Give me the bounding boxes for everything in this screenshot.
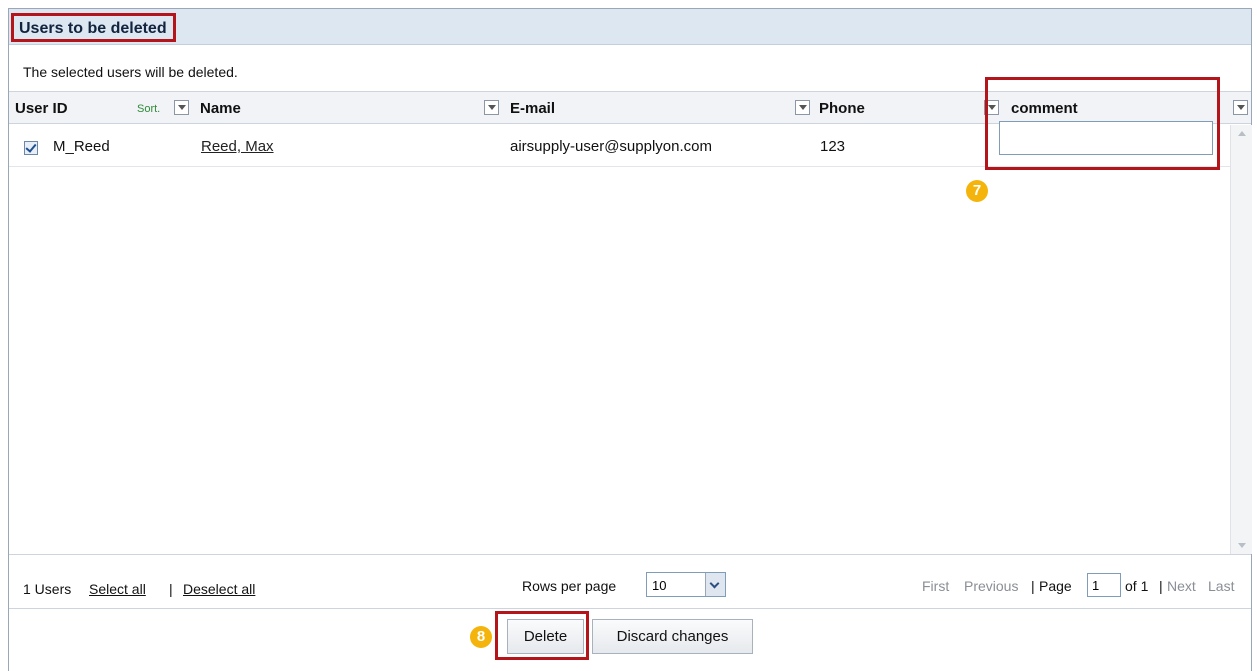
rows-per-page-value: 10 bbox=[652, 578, 667, 593]
panel-title: Users to be deleted bbox=[11, 13, 176, 42]
row-select-checkbox[interactable] bbox=[24, 141, 38, 155]
delete-button[interactable]: Delete bbox=[507, 619, 584, 654]
grid-footer: 1 Users Select all | Deselect all Rows p… bbox=[9, 554, 1251, 609]
cell-email: airsupply-user@supplyon.com bbox=[510, 138, 712, 155]
next-page-link[interactable]: Next bbox=[1167, 578, 1196, 594]
sort-label[interactable]: Sort. bbox=[137, 103, 160, 115]
callout-marker-8: 8 bbox=[470, 626, 492, 648]
discard-changes-button[interactable]: Discard changes bbox=[592, 619, 753, 654]
user-id-filter-dropdown-icon[interactable] bbox=[174, 100, 189, 115]
panel-description: The selected users will be deleted. bbox=[23, 64, 238, 80]
page-of-total: of 1 bbox=[1125, 578, 1149, 594]
scroll-up-icon[interactable] bbox=[1238, 131, 1246, 136]
select-all-link[interactable]: Select all bbox=[89, 581, 146, 597]
first-page-link[interactable]: First bbox=[922, 578, 949, 594]
col-header-name[interactable]: Name bbox=[200, 100, 241, 117]
col-header-email[interactable]: E-mail bbox=[510, 100, 555, 117]
pager-separator-2: | bbox=[1159, 578, 1163, 594]
last-page-link[interactable]: Last bbox=[1208, 578, 1234, 594]
comment-input[interactable] bbox=[999, 121, 1213, 155]
vertical-scrollbar[interactable] bbox=[1230, 125, 1252, 554]
deselect-all-link[interactable]: Deselect all bbox=[183, 581, 255, 597]
comment-filter-dropdown-icon[interactable] bbox=[1233, 100, 1248, 115]
pager-separator: | bbox=[1031, 578, 1035, 594]
cell-phone: 123 bbox=[820, 138, 846, 155]
col-header-user-id[interactable]: User ID bbox=[15, 100, 68, 117]
callout-marker-7: 7 bbox=[966, 180, 988, 202]
page-label: Page bbox=[1039, 578, 1072, 594]
chevron-down-icon[interactable] bbox=[705, 573, 725, 596]
cell-user-id: M_Reed bbox=[53, 138, 110, 155]
rows-per-page-label: Rows per page bbox=[522, 578, 617, 594]
panel-header: Users to be deleted bbox=[9, 9, 1251, 45]
scroll-down-icon[interactable] bbox=[1238, 543, 1246, 548]
col-header-phone[interactable]: Phone bbox=[819, 100, 865, 117]
footer-separator: | bbox=[169, 581, 173, 597]
email-filter-dropdown-icon[interactable] bbox=[795, 100, 810, 115]
page-number-input[interactable] bbox=[1087, 573, 1121, 597]
rows-per-page-select[interactable]: 10 bbox=[646, 572, 726, 597]
previous-page-link[interactable]: Previous bbox=[964, 578, 1018, 594]
cell-name-link[interactable]: Reed, Max bbox=[201, 138, 274, 155]
name-filter-dropdown-icon[interactable] bbox=[484, 100, 499, 115]
user-count: 1 Users bbox=[23, 581, 72, 597]
